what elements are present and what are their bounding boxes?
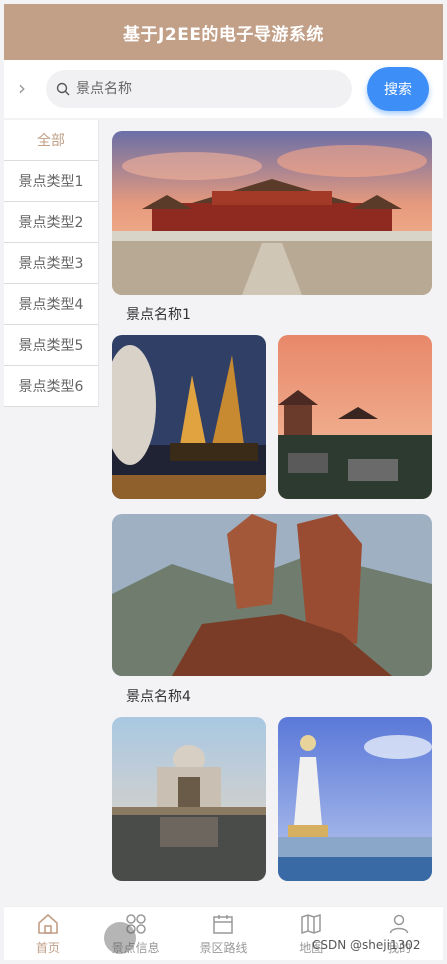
search-input[interactable] xyxy=(76,81,336,97)
spot-name[interactable]: 景点名称1 xyxy=(126,304,191,324)
category-type-4[interactable]: 景点类型4 xyxy=(4,284,99,325)
spot-card-1[interactable] xyxy=(112,131,432,295)
category-type-2[interactable]: 景点类型2 xyxy=(4,202,99,243)
spot-card-3[interactable] xyxy=(278,335,432,499)
red-rock-peaks-photo xyxy=(112,514,432,676)
search-button[interactable]: 搜索 xyxy=(367,67,429,111)
category-label: 景点类型2 xyxy=(18,215,84,231)
tab-routes[interactable]: 景区路线 xyxy=(183,912,263,956)
spot-card-2[interactable] xyxy=(112,335,266,499)
watermark: CSDN @sheji1302 xyxy=(312,938,421,952)
forbidden-city-photo xyxy=(112,131,432,295)
category-sidebar: 全部 景点类型1 景点类型2 景点类型3 景点类型4 景点类型5 景点类型6 xyxy=(4,120,99,407)
pagoda-town-photo xyxy=(278,335,432,499)
tab-label: 首页 xyxy=(35,940,60,955)
spot-card-4[interactable] xyxy=(112,514,432,676)
tab-label: 景区路线 xyxy=(199,940,248,955)
category-type-1[interactable]: 景点类型1 xyxy=(4,161,99,202)
home-icon xyxy=(38,913,58,934)
category-type-6[interactable]: 景点类型6 xyxy=(4,366,99,407)
calendar-icon xyxy=(213,914,234,934)
category-label: 景点类型6 xyxy=(18,379,84,395)
palace-reflection-photo xyxy=(112,717,266,881)
user-icon xyxy=(389,914,409,933)
guanyin-statue-photo xyxy=(278,717,432,881)
search-button-label: 搜索 xyxy=(384,82,412,98)
sailing-ship-photo xyxy=(112,335,266,499)
search-icon xyxy=(56,82,70,96)
category-label: 景点类型1 xyxy=(18,174,84,190)
category-type-3[interactable]: 景点类型3 xyxy=(4,243,99,284)
search-field[interactable] xyxy=(46,70,352,108)
spot-card-5[interactable] xyxy=(112,717,266,881)
chevron-right-icon[interactable]: › xyxy=(18,76,26,100)
category-label: 景点类型5 xyxy=(18,338,84,354)
map-icon xyxy=(301,913,322,934)
search-bar: › 搜索 xyxy=(4,60,443,118)
category-all[interactable]: 全部 xyxy=(4,120,99,161)
spot-card-6[interactable] xyxy=(278,717,432,881)
spot-name[interactable]: 景点名称4 xyxy=(126,686,191,706)
app-title: 基于J2EE的电子导游系统 xyxy=(123,24,324,45)
touch-indicator xyxy=(104,922,136,954)
category-label: 景点类型4 xyxy=(18,297,84,313)
app-header: 基于J2EE的电子导游系统 xyxy=(4,4,443,60)
category-label: 全部 xyxy=(37,133,65,149)
category-type-5[interactable]: 景点类型5 xyxy=(4,325,99,366)
tab-home[interactable]: 首页 xyxy=(8,912,88,956)
category-label: 景点类型3 xyxy=(18,256,84,272)
